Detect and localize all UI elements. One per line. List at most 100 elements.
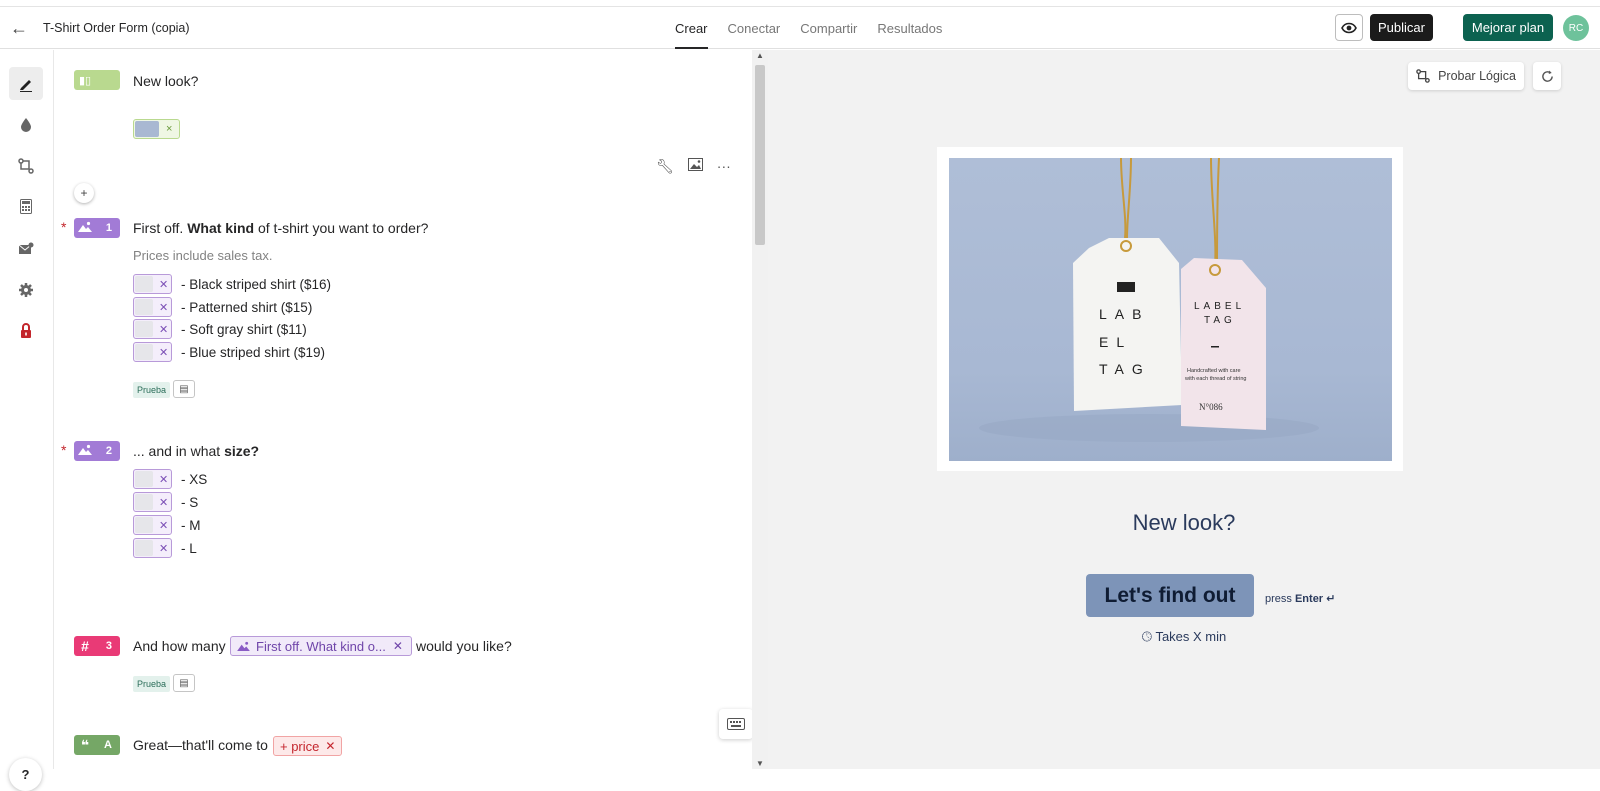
q1-title[interactable]: First off. What kind of t-shirt you want… xyxy=(133,220,428,236)
remove-icon[interactable]: ✕ xyxy=(325,739,335,753)
upgrade-plan-button[interactable]: Mejorar plan xyxy=(1463,14,1553,41)
help-button[interactable]: ? xyxy=(9,758,42,791)
choice-thumbnail: ✕ xyxy=(133,342,172,362)
welcome-title[interactable]: New look? xyxy=(133,73,198,89)
choice-item[interactable]: ✕ - Patterned shirt ($15) xyxy=(133,297,312,317)
remove-icon[interactable]: × xyxy=(166,123,172,135)
preview-panel: Probar Lógica LAB EL TAG LABEL TAG Handc… xyxy=(768,50,1600,769)
choice-label: - Blue striped shirt ($19) xyxy=(181,344,326,360)
tab-crear[interactable]: Crear xyxy=(675,7,708,49)
image-icon[interactable] xyxy=(687,158,703,175)
q3-number: 3 xyxy=(105,640,112,652)
q2-number: 2 xyxy=(105,445,112,457)
choice-thumbnail: ✕ xyxy=(133,319,172,339)
calculator-icon[interactable]: ▤ xyxy=(173,380,195,398)
choice-item[interactable]: ✕ - Soft gray shirt ($11) xyxy=(133,319,307,339)
mail-icon[interactable] xyxy=(9,232,43,265)
choice-thumbnail: ✕ xyxy=(133,274,172,294)
q1-number: 1 xyxy=(105,222,112,234)
q2-badge[interactable]: 2 xyxy=(74,441,120,461)
choice-item[interactable]: ✕ - XS xyxy=(133,469,207,489)
quote-icon: ❝ xyxy=(80,736,90,753)
top-bar: ← T-Shirt Order Form (copia) Crear Conec… xyxy=(0,7,1600,49)
picture-choice-icon xyxy=(237,641,250,651)
eye-icon xyxy=(1341,22,1357,33)
choice-item[interactable]: ✕ - Black striped shirt ($16) xyxy=(133,274,331,294)
statement-badge[interactable]: ❝ A xyxy=(74,735,120,755)
choice-item[interactable]: ✕ - Blue striped shirt ($19) xyxy=(133,342,325,362)
scroll-up-icon[interactable]: ▲ xyxy=(756,51,764,60)
logic-icon[interactable] xyxy=(9,149,43,182)
remove-icon[interactable]: ✕ xyxy=(159,496,168,509)
editor-panel: ▮▯ New look? × 🔧︎ ··· + * 1 First off. W… xyxy=(55,50,752,769)
welcome-image-frame: LAB EL TAG LABEL TAG Handcrafted with ca… xyxy=(937,147,1403,471)
start-button[interactable]: Let's find out xyxy=(1086,574,1254,617)
press-label: press xyxy=(1265,593,1292,605)
svg-text:TAG: TAG xyxy=(1099,361,1151,377)
scrollbar-thumb[interactable] xyxy=(755,65,765,245)
scroll-down-icon[interactable]: ▼ xyxy=(756,759,764,768)
q1-tag[interactable]: Prueba xyxy=(133,382,171,398)
refresh-icon[interactable] xyxy=(1533,62,1561,90)
avatar[interactable]: RC xyxy=(1563,15,1589,41)
calculator-icon[interactable] xyxy=(9,190,43,223)
remove-icon[interactable]: ✕ xyxy=(159,473,168,486)
remove-icon[interactable]: ✕ xyxy=(159,301,168,314)
choice-thumbnail: ✕ xyxy=(133,469,172,489)
choice-thumbnail: ✕ xyxy=(133,297,172,317)
add-block-button[interactable]: + xyxy=(74,183,94,203)
statement-text[interactable]: Great—that'll come to xyxy=(133,737,268,753)
calculator-icon[interactable]: ▤ xyxy=(173,674,195,692)
welcome-badge[interactable]: ▮▯ xyxy=(74,70,120,90)
q3-tag[interactable]: Prueba xyxy=(133,676,171,692)
recall-pill[interactable]: First off. What kind o... ✕ xyxy=(230,636,412,656)
image-thumbnail xyxy=(135,121,159,137)
time-estimate: 🕓︎ Takes X min xyxy=(768,629,1600,645)
q3-badge[interactable]: # 3 xyxy=(74,636,120,656)
picture-choice-icon xyxy=(74,444,96,458)
press-enter-hint: press Enter ↵ xyxy=(1265,592,1335,605)
q2-title-pre: ... and in what xyxy=(133,443,225,459)
remove-icon[interactable]: ✕ xyxy=(159,346,168,359)
tab-resultados[interactable]: Resultados xyxy=(877,7,942,49)
keyboard-shortcuts-button[interactable] xyxy=(719,709,753,739)
price-variable-pill[interactable]: + price ✕ xyxy=(273,736,343,756)
preview-scrollbar[interactable] xyxy=(1589,50,1600,769)
remove-icon[interactable]: ✕ xyxy=(159,278,168,291)
lock-icon[interactable] xyxy=(9,314,43,347)
tab-conectar[interactable]: Conectar xyxy=(728,7,781,49)
choice-label: - XS xyxy=(181,471,208,487)
q1-subtitle[interactable]: Prices include sales tax. xyxy=(133,248,272,263)
enter-key-label: Enter ↵ xyxy=(1294,593,1336,605)
drop-icon[interactable] xyxy=(9,108,43,141)
q3-title-pre[interactable]: And how many xyxy=(133,638,226,654)
remove-icon[interactable]: ✕ xyxy=(159,519,168,532)
publish-button[interactable]: Publicar xyxy=(1370,14,1433,41)
choice-item[interactable]: ✕ - S xyxy=(133,492,198,512)
choice-item[interactable]: ✕ - L xyxy=(133,538,197,558)
choice-label: - S xyxy=(181,494,199,510)
back-arrow-icon[interactable]: ← xyxy=(10,18,30,38)
remove-icon[interactable]: ✕ xyxy=(159,542,168,555)
remove-icon[interactable]: ✕ xyxy=(159,323,168,336)
editor-scrollbar[interactable]: ▲ ▼ xyxy=(752,50,768,769)
pencil-icon[interactable] xyxy=(9,67,43,100)
form-title[interactable]: T-Shirt Order Form (copia) xyxy=(43,21,190,35)
choice-item[interactable]: ✕ - M xyxy=(133,515,201,535)
q2-title-bold: size? xyxy=(224,443,260,459)
block-toolbar: 🔧︎ ··· xyxy=(642,158,731,175)
test-logic-button[interactable]: Probar Lógica xyxy=(1408,62,1524,90)
preview-eye-button[interactable] xyxy=(1335,14,1363,41)
tab-compartir[interactable]: Compartir xyxy=(800,7,857,49)
choice-label: - L xyxy=(181,540,197,556)
choice-thumbnail: ✕ xyxy=(133,515,172,535)
more-icon[interactable]: ··· xyxy=(717,158,731,175)
welcome-image-attachment[interactable]: × xyxy=(133,119,180,139)
q3-title-post[interactable]: would you like? xyxy=(416,638,512,654)
q2-title[interactable]: ... and in what size? xyxy=(133,443,259,459)
statement-letter: A xyxy=(104,739,112,751)
gear-icon[interactable] xyxy=(9,273,43,306)
wrench-icon[interactable]: 🔧︎ xyxy=(656,158,674,175)
q1-badge[interactable]: 1 xyxy=(74,218,120,238)
remove-icon[interactable]: ✕ xyxy=(393,639,403,653)
